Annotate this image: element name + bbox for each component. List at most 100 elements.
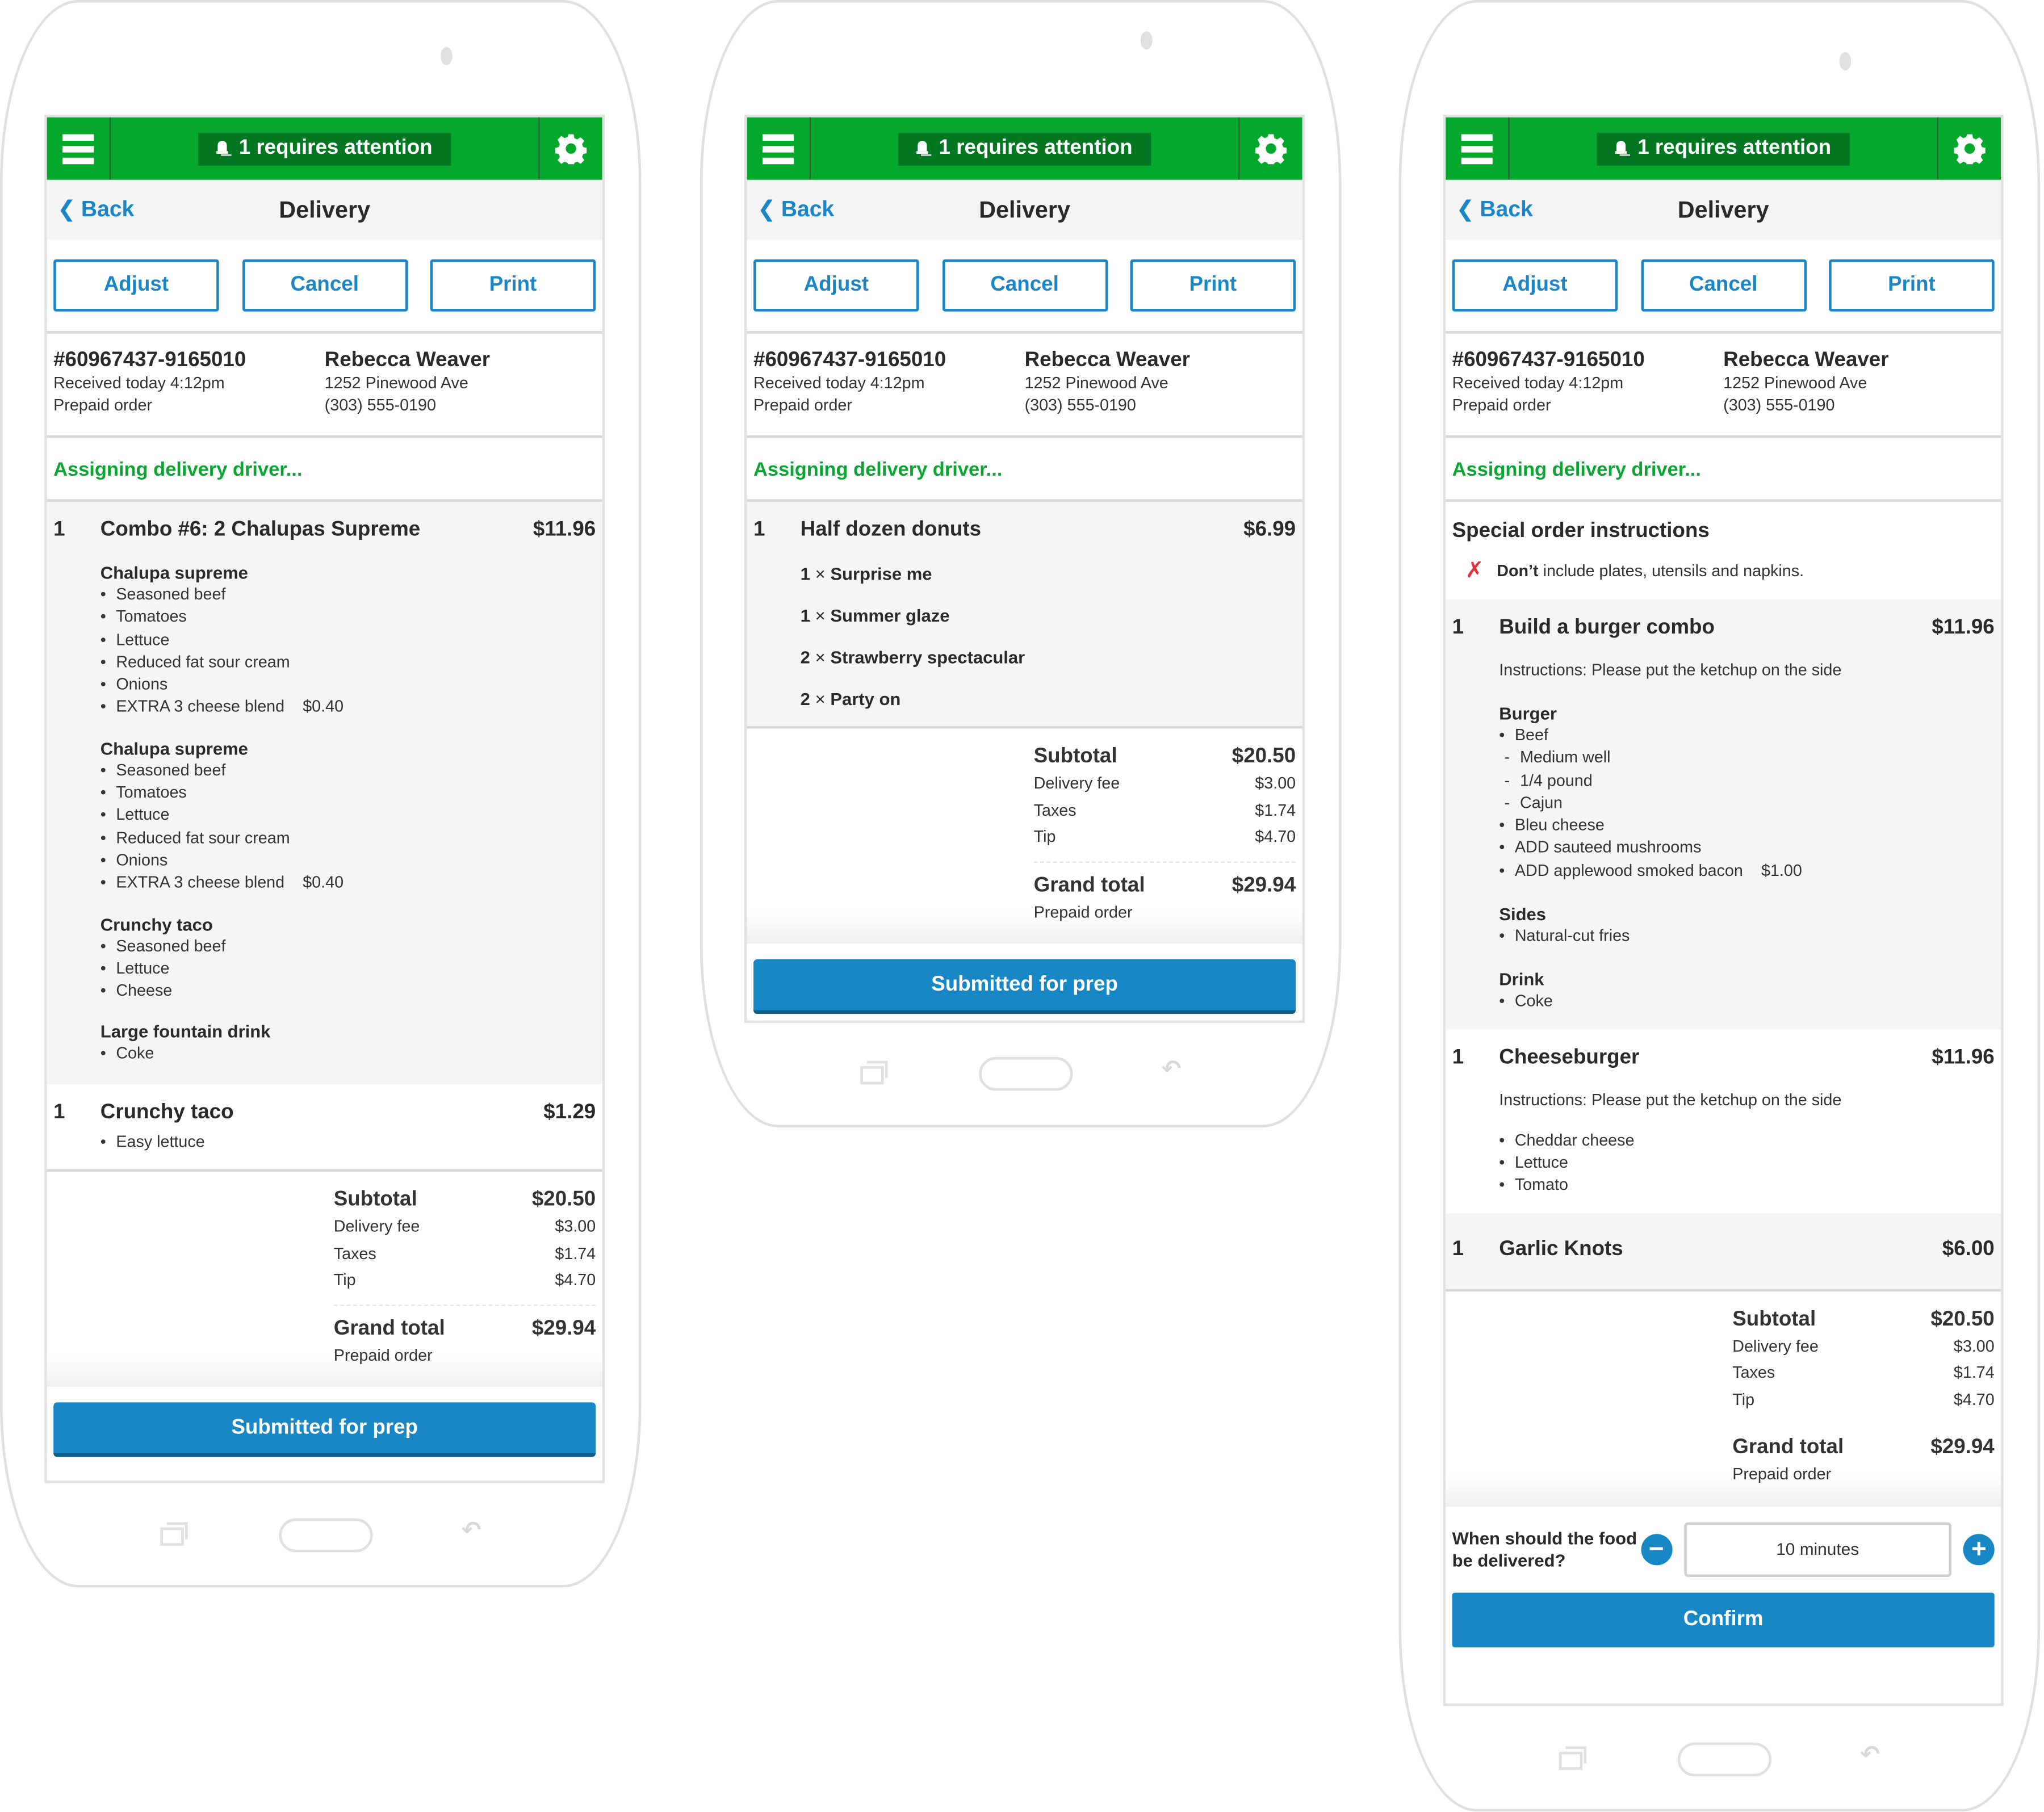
menu-icon[interactable] <box>1446 117 1510 180</box>
customer-name: Rebecca Weaver <box>324 349 491 372</box>
payment-status: Prepaid order <box>753 396 852 415</box>
back-button[interactable]: ❮ Back <box>57 197 134 223</box>
taxes-value: $1.74 <box>555 1244 596 1262</box>
gear-icon[interactable] <box>538 117 602 180</box>
tip-value: $4.70 <box>1255 827 1296 846</box>
customer-phone[interactable]: (303) 555-0190 <box>1025 395 1296 417</box>
modifier: • Lettuce <box>100 959 170 978</box>
print-button[interactable]: Print <box>1829 259 1995 312</box>
modifier: • Coke <box>100 1045 154 1063</box>
modifier: • ADD applewood smoked bacon $1.00 <box>1499 861 1802 880</box>
screen-1: 1 requires attention ❮ Back Delivery Adju… <box>44 115 605 1483</box>
back-key-icon[interactable]: ↶ <box>1860 1741 1880 1768</box>
modifier: • ADD sauteed mushrooms <box>1499 838 1702 857</box>
item-price: $11.96 <box>1932 1046 1995 1068</box>
customer-phone[interactable]: (303) 555-0190 <box>325 395 596 417</box>
item-name: Combo #6: 2 Chalupas Supreme <box>100 518 421 541</box>
menu-icon[interactable] <box>747 117 811 180</box>
order-id: #60967437-9165010 <box>53 349 246 372</box>
adjust-button[interactable]: Adjust <box>53 259 219 312</box>
grand-total-label: Grand total <box>1033 874 1145 896</box>
cancel-button[interactable]: Cancel <box>1640 259 1806 312</box>
customer-address: 1252 Pinewood Ave <box>1723 374 1867 393</box>
delivery-fee-label: Delivery fee <box>333 1217 420 1236</box>
taxes-value: $1.74 <box>1953 1363 1995 1382</box>
adjust-button[interactable]: Adjust <box>753 259 919 312</box>
attention-badge[interactable]: 1 requires attention <box>198 132 451 165</box>
customer-address: 1252 Pinewood Ave <box>324 374 468 393</box>
back-key-icon[interactable]: ↶ <box>1162 1056 1182 1083</box>
cancel-button[interactable]: Cancel <box>241 259 408 312</box>
grand-total-note: Prepaid order <box>1033 902 1133 921</box>
group-title: Chalupa supreme <box>100 563 248 583</box>
recent-apps-icon[interactable] <box>860 1060 889 1085</box>
modifier-price: $0.40 <box>303 873 344 892</box>
delivery-time-input[interactable]: 10 minutes <box>1683 1521 1952 1577</box>
back-button[interactable]: ❮ Back <box>1456 197 1533 223</box>
camera-dot <box>441 47 453 65</box>
donut-selection: 2 × Strawberry spectacular <box>800 648 1025 668</box>
modifier: • Easy lettuce <box>100 1132 205 1151</box>
taxes-label: Taxes <box>1033 800 1077 819</box>
group-title: Large fountain drink <box>100 1022 271 1042</box>
modifier: • Reduced fat sour cream <box>100 828 290 847</box>
grand-total-value: $29.94 <box>1232 874 1296 896</box>
bell-icon <box>216 140 229 155</box>
subtotal-label: Subtotal <box>1732 1308 1816 1331</box>
modifier-price: $1.00 <box>1761 861 1802 880</box>
modifier: • Bleu cheese <box>1499 816 1605 834</box>
adjust-button[interactable]: Adjust <box>1452 259 1618 312</box>
modifier: • EXTRA 3 cheese blend $0.40 <box>100 873 344 892</box>
submitted-for-prep-button[interactable]: Submitted for prep <box>53 1402 596 1457</box>
attention-label: 1 requires attention <box>939 136 1133 158</box>
back-button[interactable]: ❮ Back <box>757 197 834 223</box>
back-key-icon[interactable]: ↶ <box>462 1517 481 1544</box>
customer-phone[interactable]: (303) 555-0190 <box>1723 395 1995 417</box>
item-qty: 1 <box>753 518 765 541</box>
cancel-button[interactable]: Cancel <box>941 259 1108 312</box>
donut-selection: 1 × Surprise me <box>800 564 932 584</box>
order-info: #60967437-9165010 Received today 4:12pm … <box>47 334 602 438</box>
modifier: • Tomatoes <box>100 607 187 626</box>
modifier: • Seasoned beef <box>100 761 226 779</box>
submitted-for-prep-button[interactable]: Submitted for prep <box>753 959 1296 1014</box>
delivery-fee-label: Delivery fee <box>1732 1336 1819 1355</box>
attention-badge[interactable]: 1 requires attention <box>898 132 1151 165</box>
gear-icon[interactable] <box>1238 117 1302 180</box>
nav-bar: ❮ Back Delivery <box>1446 179 2001 240</box>
tip-label: Tip <box>333 1270 356 1289</box>
top-bar: 1 requires attention <box>47 117 602 180</box>
home-button[interactable] <box>279 1518 373 1553</box>
decrement-button[interactable]: − <box>1640 1533 1672 1565</box>
subtotal-label: Subtotal <box>333 1188 417 1211</box>
modifier: • Lettuce <box>100 806 170 824</box>
recent-apps-icon[interactable] <box>160 1522 189 1546</box>
item-price: $11.96 <box>533 518 596 541</box>
order-totals: Subtotal $20.50 Delivery fee $3.00 Taxes $1… <box>1446 1288 2001 1507</box>
gear-icon[interactable] <box>1937 117 2001 180</box>
order-info: #60967437-9165010 Received today 4:12pm … <box>1446 334 2001 438</box>
item-qty: 1 <box>1452 616 1464 639</box>
top-bar: 1 requires attention <box>747 117 1302 180</box>
special-instruction-text: Don’t include plates, utensils and napki… <box>1497 561 1804 580</box>
item-qty: 1 <box>1452 1238 1464 1260</box>
taxes-label: Taxes <box>1732 1363 1775 1382</box>
home-button[interactable] <box>1677 1742 1772 1777</box>
x-icon: ✗ <box>1465 557 1484 583</box>
print-button[interactable]: Print <box>430 259 596 312</box>
grand-total-value: $29.94 <box>1930 1436 1995 1459</box>
tip-value: $4.70 <box>555 1270 596 1289</box>
menu-icon[interactable] <box>47 117 111 180</box>
group-title: Chalupa supreme <box>100 739 248 758</box>
received-time: Received today 4:12pm <box>753 374 925 393</box>
home-button[interactable] <box>979 1056 1073 1091</box>
delivery-time-label: When should the food be delivered? <box>1452 1528 1637 1570</box>
confirm-button[interactable]: Confirm <box>1452 1592 1995 1647</box>
print-button[interactable]: Print <box>1130 259 1296 312</box>
recent-apps-icon[interactable] <box>1559 1746 1588 1770</box>
increment-button[interactable]: + <box>1963 1533 1995 1565</box>
order-id: #60967437-9165010 <box>1452 349 1645 372</box>
special-instructions-title: Special order instructions <box>1452 520 1710 543</box>
modifier: • Cheese <box>100 982 173 1000</box>
attention-badge[interactable]: 1 requires attention <box>1597 132 1850 165</box>
